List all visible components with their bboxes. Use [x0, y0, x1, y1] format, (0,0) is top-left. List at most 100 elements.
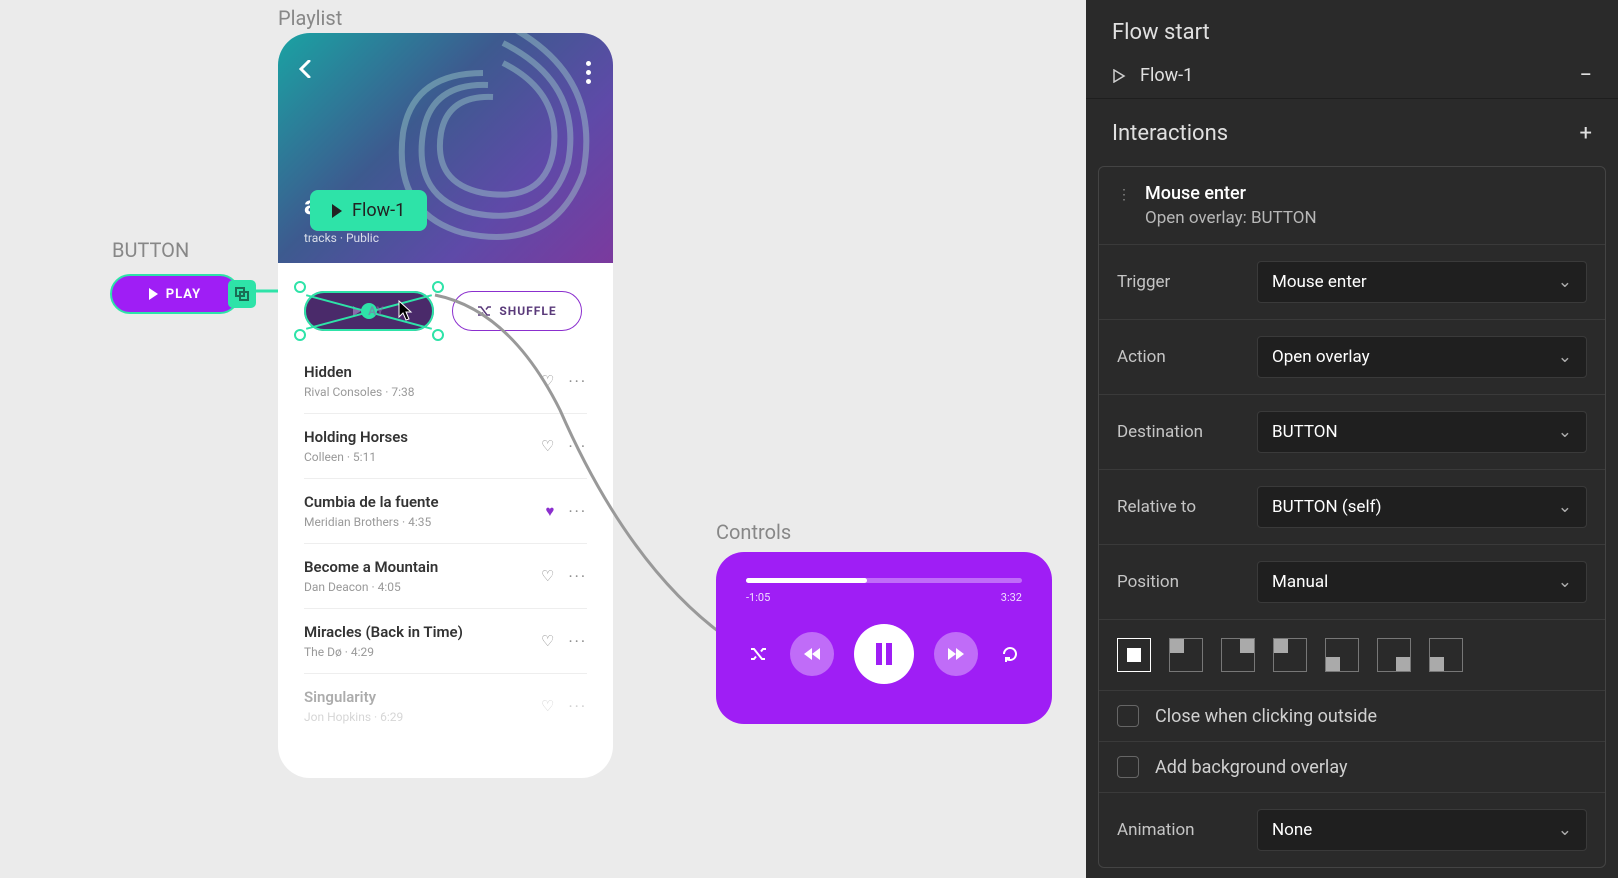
- pause-button[interactable]: [854, 624, 914, 684]
- shuffle-button[interactable]: SHUFFLE: [452, 291, 582, 331]
- section-title: Interactions: [1112, 121, 1228, 146]
- component-badge-icon[interactable]: [228, 280, 256, 308]
- destination-dropdown[interactable]: BUTTON⌄: [1257, 411, 1587, 453]
- track-row[interactable]: Cumbia de la fuente Meridian Brothers · …: [304, 479, 587, 544]
- track-title: Cumbia de la fuente: [304, 493, 546, 511]
- anchor-top-right[interactable]: [1221, 638, 1255, 672]
- add-interaction-icon[interactable]: +: [1580, 121, 1592, 146]
- track-row[interactable]: Singularity Jon Hopkins · 6:29 ♡ ···: [304, 674, 587, 738]
- track-info: Holding Horses Colleen · 5:11: [304, 428, 541, 464]
- relative-to-dropdown[interactable]: BUTTON (self)⌄: [1257, 486, 1587, 528]
- track-actions: ♡ ···: [541, 697, 587, 716]
- play-icon: [149, 288, 158, 300]
- anchor-position-grid: [1099, 619, 1605, 690]
- checkbox-label: Add background overlay: [1155, 757, 1348, 778]
- play-label: AY: [368, 304, 385, 318]
- more-icon[interactable]: ···: [568, 567, 587, 586]
- trigger-dropdown[interactable]: Mouse enter⌄: [1257, 261, 1587, 303]
- hero-artwork: [353, 33, 613, 293]
- checkbox[interactable]: [1117, 756, 1139, 778]
- interaction-event: Mouse enter: [1145, 183, 1317, 204]
- play-icon: [332, 204, 342, 218]
- anchor-bottom-left[interactable]: [1325, 638, 1359, 672]
- frame-label-controls: Controls: [716, 520, 791, 544]
- remove-flow-icon[interactable]: −: [1579, 63, 1592, 88]
- playlist-actions: AY SHUFFLE: [278, 263, 613, 341]
- flow-start-badge[interactable]: Flow-1: [310, 190, 427, 231]
- rewind-button[interactable]: [790, 632, 834, 676]
- animation-dropdown[interactable]: None⌄: [1257, 809, 1587, 851]
- more-icon[interactable]: [586, 61, 591, 84]
- playlist-subtitle: tracks · Public: [304, 231, 379, 245]
- heart-icon[interactable]: ♡: [541, 697, 554, 716]
- track-row[interactable]: Hidden Rival Consoles · 7:38 ♡ ···: [304, 349, 587, 414]
- transport-controls: [746, 624, 1022, 684]
- progress-bar[interactable]: [746, 578, 1022, 583]
- track-info: Miracles (Back in Time) The Dø · 4:29: [304, 623, 541, 659]
- playlist-frame[interactable]: ape tracks · Public AY SHUFFLE Hid: [278, 33, 613, 778]
- prop-label: Trigger: [1117, 272, 1245, 292]
- card-header[interactable]: ⋮ Mouse enter Open overlay: BUTTON: [1099, 167, 1605, 244]
- flow-name: Flow-1: [1140, 65, 1193, 86]
- track-info: Cumbia de la fuente Meridian Brothers · …: [304, 493, 546, 529]
- frame-label-button: BUTTON: [112, 238, 189, 262]
- design-canvas[interactable]: Playlist BUTTON Controls PLAY ape: [0, 0, 1086, 878]
- bg-overlay-row[interactable]: Add background overlay: [1099, 741, 1605, 792]
- flow-row[interactable]: Flow-1 −: [1112, 63, 1592, 88]
- anchor-bottom-right[interactable]: [1377, 638, 1411, 672]
- interaction-card: ⋮ Mouse enter Open overlay: BUTTON Trigg…: [1098, 166, 1606, 868]
- more-icon[interactable]: ···: [568, 502, 587, 521]
- back-icon[interactable]: [298, 59, 312, 84]
- prop-label: Animation: [1117, 820, 1245, 840]
- remaining-time: 3:32: [1001, 591, 1022, 604]
- heart-icon[interactable]: ♥: [546, 502, 555, 521]
- destination-row: Destination BUTTON⌄: [1099, 394, 1605, 469]
- heart-icon[interactable]: ♡: [541, 632, 554, 651]
- play-button-instance[interactable]: AY: [304, 291, 434, 331]
- position-dropdown[interactable]: Manual⌄: [1257, 561, 1587, 603]
- close-outside-row[interactable]: Close when clicking outside: [1099, 690, 1605, 741]
- track-row[interactable]: Holding Horses Colleen · 5:11 ♡ ···: [304, 414, 587, 479]
- track-row[interactable]: Miracles (Back in Time) The Dø · 4:29 ♡ …: [304, 609, 587, 674]
- anchor-top-left[interactable]: [1169, 638, 1203, 672]
- track-title: Miracles (Back in Time): [304, 623, 541, 641]
- controls-frame[interactable]: -1:05 3:32: [716, 552, 1052, 724]
- anchor-center[interactable]: [1117, 638, 1151, 672]
- track-row[interactable]: Become a Mountain Dan Deacon · 4:05 ♡ ··…: [304, 544, 587, 609]
- shuffle-toggle-icon[interactable]: [746, 642, 770, 666]
- interaction-summary: Open overlay: BUTTON: [1145, 208, 1317, 228]
- track-meta: Jon Hopkins · 6:29: [304, 710, 541, 724]
- chevron-down-icon: ⌄: [1558, 497, 1572, 517]
- flow-start-section: Flow start Flow-1 −: [1086, 0, 1618, 99]
- properties-panel: Flow start Flow-1 − Interactions + ⋮ Mou…: [1086, 0, 1618, 878]
- position-row: Position Manual⌄: [1099, 544, 1605, 619]
- more-icon[interactable]: ···: [568, 632, 587, 651]
- more-icon[interactable]: ···: [568, 437, 587, 456]
- track-info: Become a Mountain Dan Deacon · 4:05: [304, 558, 541, 594]
- relative-to-row: Relative to BUTTON (self)⌄: [1099, 469, 1605, 544]
- track-title: Holding Horses: [304, 428, 541, 446]
- drag-handle-icon[interactable]: ⋮: [1117, 187, 1131, 203]
- track-meta: Meridian Brothers · 4:35: [304, 515, 546, 529]
- anchor-top-left-2[interactable]: [1273, 638, 1307, 672]
- repeat-icon[interactable]: [998, 642, 1022, 666]
- heart-icon[interactable]: ♡: [541, 567, 554, 586]
- button-component-frame[interactable]: PLAY: [110, 274, 240, 314]
- track-meta: Rival Consoles · 7:38: [304, 385, 541, 399]
- flow-badge-label: Flow-1: [352, 200, 405, 221]
- track-title: Singularity: [304, 688, 541, 706]
- track-actions: ♡ ···: [541, 372, 587, 391]
- track-title: Become a Mountain: [304, 558, 541, 576]
- prop-label: Action: [1117, 347, 1245, 367]
- chevron-down-icon: ⌄: [1558, 820, 1572, 840]
- more-icon[interactable]: ···: [568, 697, 587, 716]
- heart-icon[interactable]: ♡: [541, 372, 554, 391]
- prop-label: Destination: [1117, 422, 1245, 442]
- more-icon[interactable]: ···: [568, 372, 587, 391]
- checkbox[interactable]: [1117, 705, 1139, 727]
- heart-icon[interactable]: ♡: [541, 437, 554, 456]
- anchor-bottom-left-2[interactable]: [1429, 638, 1463, 672]
- action-dropdown[interactable]: Open overlay⌄: [1257, 336, 1587, 378]
- button-label: PLAY: [166, 287, 201, 302]
- forward-button[interactable]: [934, 632, 978, 676]
